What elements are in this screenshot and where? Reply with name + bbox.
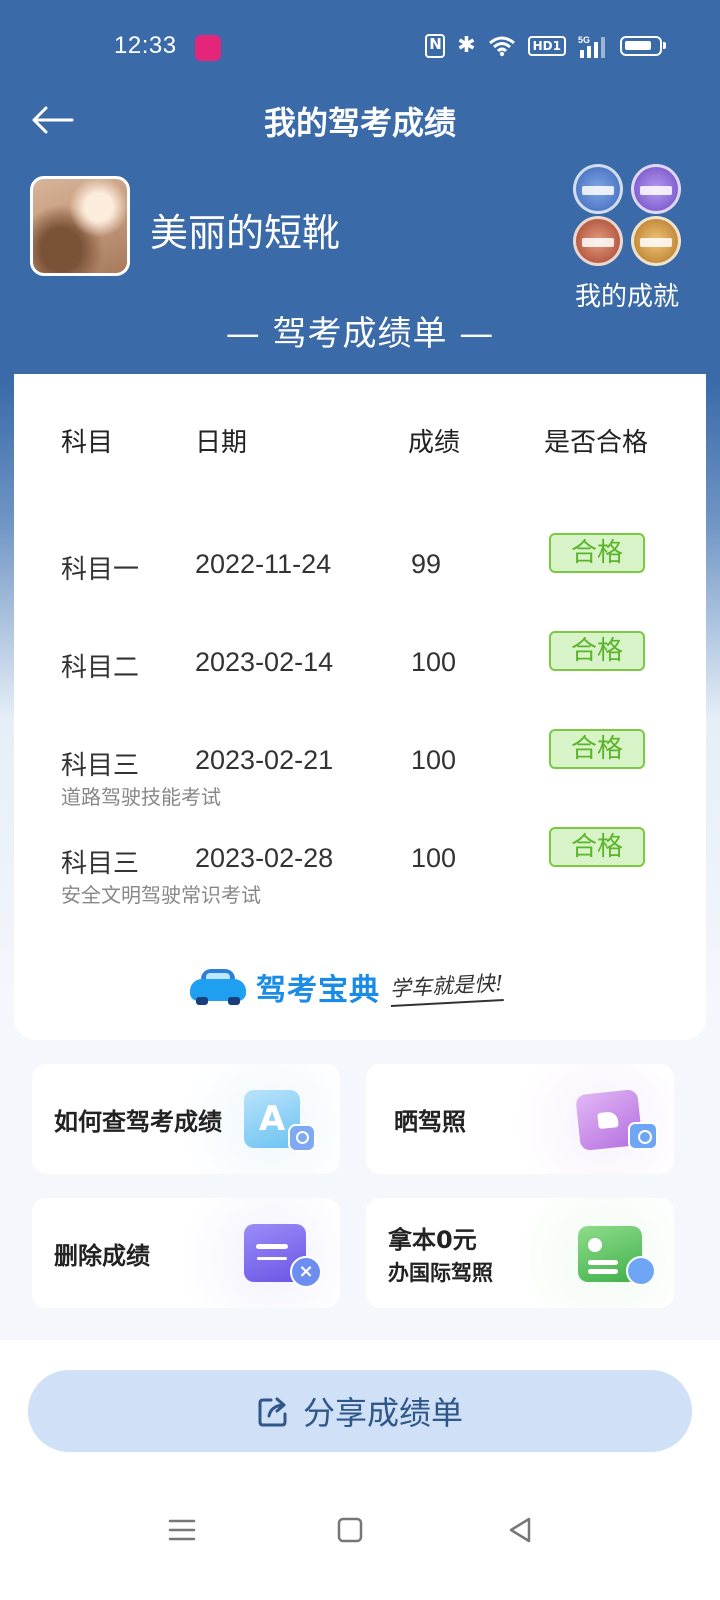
achievements-button[interactable]: 我的成就 [564,164,690,313]
action-label-line1: 拿本0元 [388,1226,477,1254]
column-header-pass: 是否合格 [544,428,649,458]
row-subject: 科目一 [61,555,140,585]
status-icons: ✱ HD1 5G [425,33,666,58]
menu-icon [168,1519,196,1541]
photo-share-icon [575,1086,658,1156]
achievement-badge-icon [631,164,681,214]
share-license-card[interactable]: 晒驾照 [366,1064,674,1174]
row-subtitle: 道路驾驶技能考试 [61,785,221,809]
score-card: 科目 日期 成绩 是否合格 科目一 2022-11-24 99 合格 科目二 2… [14,374,706,1040]
delete-record-icon: × [244,1220,322,1290]
system-back-button[interactable] [500,1510,540,1550]
system-nav-bar [0,1500,720,1560]
row-subject: 科目三 [61,849,140,879]
column-header-score: 成绩 [408,428,461,458]
action-label: 晒驾照 [394,1108,466,1136]
brand-logo: 驾考宝典 学车就是快! [190,962,530,1012]
page-title: 我的驾考成绩 [263,104,456,142]
row-score: 100 [411,843,457,873]
home-button[interactable] [330,1510,370,1550]
column-header-subject: 科目 [61,428,114,458]
row-subject: 科目三 [61,751,140,781]
home-icon [337,1517,363,1543]
row-subject: 科目二 [61,653,140,683]
nfc-icon [425,34,446,58]
table-row: 科目一 2022-11-24 99 合格 [14,533,706,639]
row-score: 100 [411,745,457,775]
app-notification-icon [195,35,221,61]
action-label: 拿本0元 办国际驾照 [388,1220,493,1287]
search-doc-icon: A [244,1086,322,1156]
row-score: 99 [411,549,442,579]
action-label-line2: 办国际驾照 [388,1261,493,1285]
battery-icon [620,36,666,56]
table-row: 科目三 道路驾驶技能考试 2023-02-21 100 合格 [14,729,706,835]
pass-status-badge: 合格 [549,827,645,867]
badge-grid [564,164,690,266]
share-button-label: 分享成绩单 [302,1394,463,1432]
pass-status-badge: 合格 [549,729,645,769]
table-row: 科目三 安全文明驾驶常识考试 2023-02-28 100 合格 [14,827,706,933]
share-scores-button[interactable]: 分享成绩单 [28,1370,692,1452]
username: 美丽的短靴 [150,211,341,255]
wifi-icon [488,36,515,57]
bluetooth-icon: ✱ [457,33,476,58]
hd-icon: HD1 [527,36,566,56]
action-label: 删除成绩 [54,1242,150,1270]
achievement-badge-icon [631,216,681,266]
row-date: 2023-02-28 [195,843,334,873]
international-license-card[interactable]: 拿本0元 办国际驾照 [366,1198,674,1308]
brand-slogan: 学车就是快! [389,967,505,1007]
bottom-area: 分享成绩单 [0,1340,720,1600]
brand-name: 驾考宝典 [256,973,380,1008]
signal-5g-icon: 5G [578,35,605,58]
back-triangle-icon [509,1517,531,1543]
achievement-badge-icon [573,216,623,266]
status-time: 12:33 [114,32,177,59]
avatar[interactable] [30,176,130,276]
status-bar: 12:33 ✱ HD1 5G [0,0,720,96]
car-icon [190,969,246,1005]
pass-status-badge: 合格 [549,631,645,671]
row-date: 2022-11-24 [195,549,332,579]
pass-status-badge: 合格 [549,533,645,573]
how-to-check-scores-card[interactable]: 如何查驾考成绩 A [32,1064,340,1174]
menu-button[interactable] [162,1510,202,1550]
row-score: 100 [411,647,457,677]
achievement-badge-icon [573,164,623,214]
row-date: 2023-02-21 [195,745,334,775]
column-header-date: 日期 [195,428,248,458]
row-subtitle: 安全文明驾驶常识考试 [61,883,261,907]
action-label: 如何查驾考成绩 [54,1108,222,1136]
share-icon [258,1397,287,1427]
svg-text:5G: 5G [578,35,590,45]
table-header: 科目 日期 成绩 是否合格 [14,414,706,464]
section-title: — 驾考成绩单 — [225,314,495,354]
license-card-icon [578,1220,656,1290]
delete-scores-card[interactable]: 删除成绩 × [32,1198,340,1308]
table-row: 科目二 2023-02-14 100 合格 [14,631,706,737]
row-date: 2023-02-14 [195,647,334,677]
